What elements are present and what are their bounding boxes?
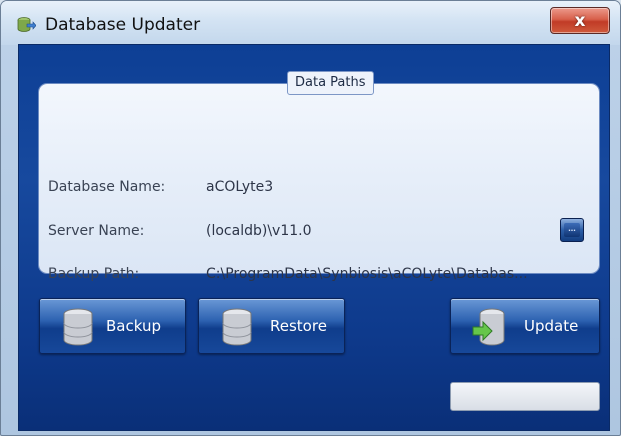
database-name-label: Database Name:	[48, 179, 166, 195]
client-area: Data Paths Database Name: aCOLyte3 Serve…	[18, 44, 610, 431]
title-bar[interactable]: Database Updater x	[1, 1, 620, 45]
backup-path-value: C:\ProgramData\Synbiosis\aCOLyte\Databas…	[206, 266, 528, 282]
database-icon	[63, 308, 93, 346]
progress-bar	[450, 382, 600, 411]
server-name-value: (localdb)\v11.0	[206, 223, 312, 239]
server-name-label: Server Name:	[48, 223, 145, 239]
database-name-value: aCOLyte3	[206, 179, 274, 195]
data-paths-panel: Data Paths Database Name: aCOLyte3 Serve…	[39, 71, 599, 282]
browse-button[interactable]: ...	[560, 218, 584, 242]
browse-icon: ...	[564, 223, 580, 237]
database-icon	[222, 308, 252, 346]
restore-button[interactable]: Restore	[198, 298, 345, 354]
update-button-label: Update	[524, 317, 579, 335]
backup-button-label: Backup	[106, 317, 161, 335]
window-title: Database Updater	[45, 15, 201, 35]
database-app-icon	[17, 17, 36, 32]
backup-path-label: Backup Path:	[48, 266, 140, 282]
panel-title: Data Paths	[287, 71, 374, 95]
close-icon: x	[574, 10, 586, 31]
update-button[interactable]: Update	[450, 298, 600, 354]
restore-button-label: Restore	[270, 317, 327, 335]
backup-button[interactable]: Backup	[39, 298, 186, 354]
database-arrow-icon	[472, 308, 505, 346]
app-window: Database Updater x Data Paths Database N…	[0, 0, 621, 436]
close-button[interactable]: x	[550, 7, 610, 34]
